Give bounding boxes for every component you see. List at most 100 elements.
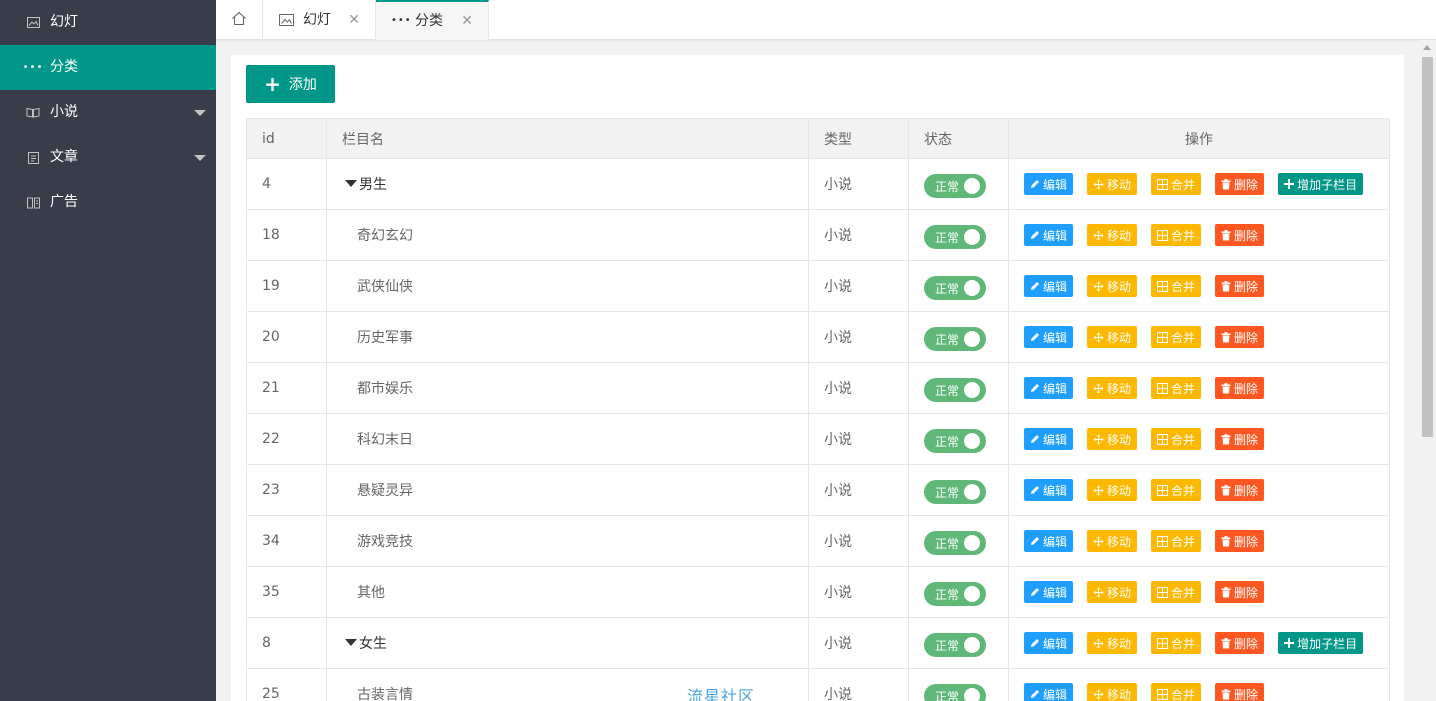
add-child-label: 增加子栏目 bbox=[1297, 636, 1358, 651]
merge-button[interactable]: 合并 bbox=[1151, 683, 1202, 701]
merge-button[interactable]: 合并 bbox=[1151, 377, 1202, 399]
close-icon[interactable]: ✕ bbox=[461, 2, 473, 40]
status-switch[interactable]: 正常 bbox=[924, 633, 986, 657]
status-switch[interactable]: 正常 bbox=[924, 684, 986, 701]
status-switch[interactable]: 正常 bbox=[924, 429, 986, 453]
status-switch[interactable]: 正常 bbox=[924, 531, 986, 555]
switch-knob bbox=[964, 433, 980, 449]
merge-button[interactable]: 合并 bbox=[1151, 632, 1202, 654]
row-actions: 编辑 移动 合并 删除 增加子栏目 bbox=[1024, 632, 1389, 654]
scroll-up-icon[interactable] bbox=[1423, 45, 1431, 50]
move-button[interactable]: 移动 bbox=[1087, 377, 1138, 399]
delete-button[interactable]: 删除 bbox=[1215, 326, 1265, 348]
move-button[interactable]: 移动 bbox=[1087, 683, 1138, 701]
pencil-icon bbox=[1030, 383, 1040, 393]
trash-icon bbox=[1221, 637, 1231, 649]
move-label: 移动 bbox=[1107, 585, 1132, 600]
edit-button[interactable]: 编辑 bbox=[1024, 377, 1074, 399]
move-icon bbox=[1093, 485, 1104, 496]
edit-button[interactable]: 编辑 bbox=[1024, 173, 1074, 195]
delete-button[interactable]: 删除 bbox=[1215, 377, 1265, 399]
grid-icon bbox=[1157, 331, 1169, 343]
sidebar-item-category[interactable]: ••• 分类 bbox=[0, 45, 216, 90]
move-button[interactable]: 移动 bbox=[1087, 530, 1138, 552]
merge-button[interactable]: 合并 bbox=[1151, 173, 1202, 195]
tab-category[interactable]: ••• 分类 ✕ bbox=[376, 0, 489, 40]
move-button[interactable]: 移动 bbox=[1087, 581, 1138, 603]
merge-button[interactable]: 合并 bbox=[1151, 530, 1202, 552]
trash-icon bbox=[1221, 433, 1231, 445]
move-button[interactable]: 移动 bbox=[1087, 632, 1138, 654]
trash-icon bbox=[1221, 535, 1231, 547]
sidebar-item-novel[interactable]: 小说 bbox=[0, 90, 216, 135]
trash-icon bbox=[1221, 331, 1231, 343]
sidebar-item-article[interactable]: 文章 bbox=[0, 135, 216, 180]
add-button[interactable]: + 添加 bbox=[246, 65, 335, 103]
status-switch[interactable]: 正常 bbox=[924, 378, 986, 402]
delete-button[interactable]: 删除 bbox=[1215, 530, 1265, 552]
delete-button[interactable]: 删除 bbox=[1215, 173, 1265, 195]
delete-button[interactable]: 删除 bbox=[1215, 428, 1265, 450]
edit-button[interactable]: 编辑 bbox=[1024, 683, 1074, 701]
merge-button[interactable]: 合并 bbox=[1151, 275, 1202, 297]
merge-label: 合并 bbox=[1171, 585, 1196, 600]
status-switch[interactable]: 正常 bbox=[924, 276, 986, 300]
tab-home[interactable] bbox=[216, 0, 263, 40]
status-switch[interactable]: 正常 bbox=[924, 225, 986, 249]
move-button[interactable]: 移动 bbox=[1087, 479, 1138, 501]
edit-button[interactable]: 编辑 bbox=[1024, 479, 1074, 501]
trash-icon bbox=[1221, 382, 1231, 394]
cell-ops: 编辑 移动 合并 删除 bbox=[1008, 362, 1390, 414]
edit-button[interactable]: 编辑 bbox=[1024, 530, 1074, 552]
caret-down-icon[interactable] bbox=[345, 180, 357, 187]
trash-icon bbox=[1221, 484, 1231, 496]
status-switch[interactable]: 正常 bbox=[924, 327, 986, 351]
edit-button[interactable]: 编辑 bbox=[1024, 632, 1074, 654]
caret-down-icon[interactable] bbox=[345, 639, 357, 646]
move-button[interactable]: 移动 bbox=[1087, 428, 1138, 450]
move-button[interactable]: 移动 bbox=[1087, 224, 1138, 246]
edit-button[interactable]: 编辑 bbox=[1024, 275, 1074, 297]
cell-name: 女生 bbox=[326, 617, 809, 669]
scrollbar[interactable] bbox=[1419, 40, 1436, 701]
scroll-thumb[interactable] bbox=[1422, 57, 1433, 437]
merge-button[interactable]: 合并 bbox=[1151, 224, 1202, 246]
grid-icon bbox=[1157, 178, 1169, 190]
sidebar-item-ads[interactable]: 广告 bbox=[0, 180, 216, 225]
tab-slides[interactable]: 幻灯 ✕ bbox=[264, 0, 376, 40]
merge-button[interactable]: 合并 bbox=[1151, 326, 1202, 348]
add-child-button[interactable]: 增加子栏目 bbox=[1278, 632, 1364, 654]
edit-label: 编辑 bbox=[1043, 228, 1068, 243]
close-icon[interactable]: ✕ bbox=[348, 0, 360, 40]
delete-button[interactable]: 删除 bbox=[1215, 275, 1265, 297]
merge-button[interactable]: 合并 bbox=[1151, 581, 1202, 603]
edit-button[interactable]: 编辑 bbox=[1024, 326, 1074, 348]
move-icon bbox=[1093, 281, 1104, 292]
move-label: 移动 bbox=[1107, 432, 1132, 447]
switch-knob bbox=[964, 331, 980, 347]
edit-button[interactable]: 编辑 bbox=[1024, 224, 1074, 246]
move-button[interactable]: 移动 bbox=[1087, 326, 1138, 348]
delete-button[interactable]: 删除 bbox=[1215, 683, 1265, 701]
edit-button[interactable]: 编辑 bbox=[1024, 581, 1074, 603]
move-button[interactable]: 移动 bbox=[1087, 275, 1138, 297]
delete-button[interactable]: 删除 bbox=[1215, 224, 1265, 246]
pencil-icon bbox=[1030, 332, 1040, 342]
status-label: 正常 bbox=[935, 332, 960, 347]
status-switch[interactable]: 正常 bbox=[924, 582, 986, 606]
edit-button[interactable]: 编辑 bbox=[1024, 428, 1074, 450]
merge-button[interactable]: 合并 bbox=[1151, 428, 1202, 450]
delete-button[interactable]: 删除 bbox=[1215, 581, 1265, 603]
add-child-button[interactable]: 增加子栏目 bbox=[1278, 173, 1364, 195]
delete-button[interactable]: 删除 bbox=[1215, 479, 1265, 501]
delete-button[interactable]: 删除 bbox=[1215, 632, 1265, 654]
merge-button[interactable]: 合并 bbox=[1151, 479, 1202, 501]
cell-id: 19 bbox=[246, 260, 327, 312]
move-icon bbox=[1093, 230, 1104, 241]
edit-label: 编辑 bbox=[1043, 483, 1068, 498]
sidebar-item-slides[interactable]: 幻灯 bbox=[0, 0, 216, 45]
status-switch[interactable]: 正常 bbox=[924, 480, 986, 504]
move-label: 移动 bbox=[1107, 381, 1132, 396]
move-button[interactable]: 移动 bbox=[1087, 173, 1138, 195]
status-switch[interactable]: 正常 bbox=[924, 174, 986, 198]
